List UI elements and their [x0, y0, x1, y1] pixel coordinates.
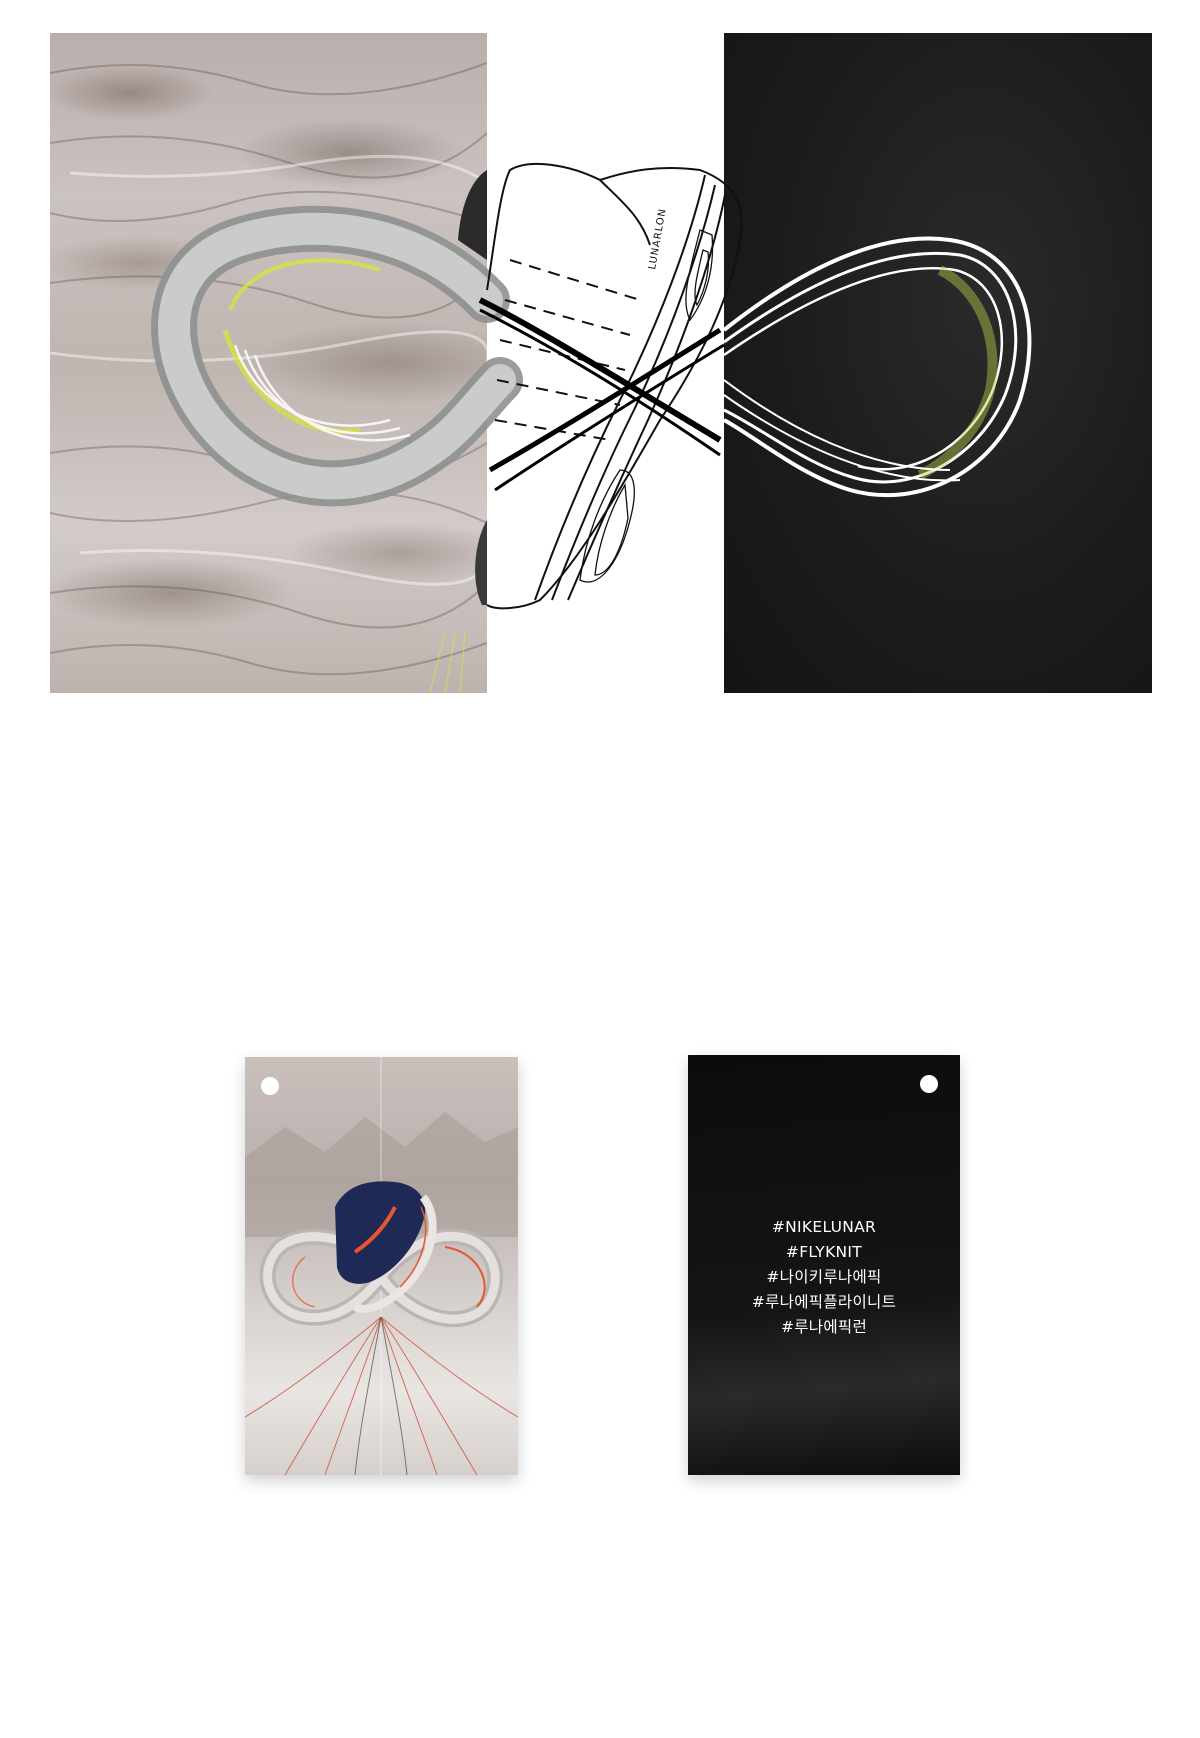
shoe-collar-shadow: [458, 170, 487, 260]
hashtag-luna-epic-run: #루나에픽런: [780, 1318, 868, 1336]
hashtag-flyknit: #FLYKNIT: [785, 1243, 863, 1261]
hashtag-list: #NIKELUNAR #FLYKNIT #나이키루나에픽 #루나에픽플라이니트 …: [688, 1215, 960, 1340]
left-ribbon-loop: [151, 205, 523, 507]
shoe-brand-text: LUNARLON: [647, 207, 669, 270]
front-tag-artwork: [245, 1057, 518, 1475]
punch-hole: [920, 1075, 938, 1093]
hashtag-nikelunar: #NIKELUNAR: [771, 1218, 877, 1236]
hashtag-nike-luna-epic: #나이키루나에픽: [766, 1268, 882, 1286]
hang-tag-back: #NIKELUNAR #FLYKNIT #나이키루나에픽 #루나에픽플라이니트 …: [688, 1055, 960, 1475]
infinity-shoe-illustration: LUNARLON: [151, 163, 1032, 610]
hashtag-luna-epic-flyknit: #루나에픽플라이니트: [751, 1293, 897, 1311]
right-ribbon-loop: [722, 236, 1032, 498]
punch-hole: [261, 1077, 279, 1095]
hang-tag-front: [245, 1057, 518, 1475]
heel-shadow: [475, 520, 487, 605]
